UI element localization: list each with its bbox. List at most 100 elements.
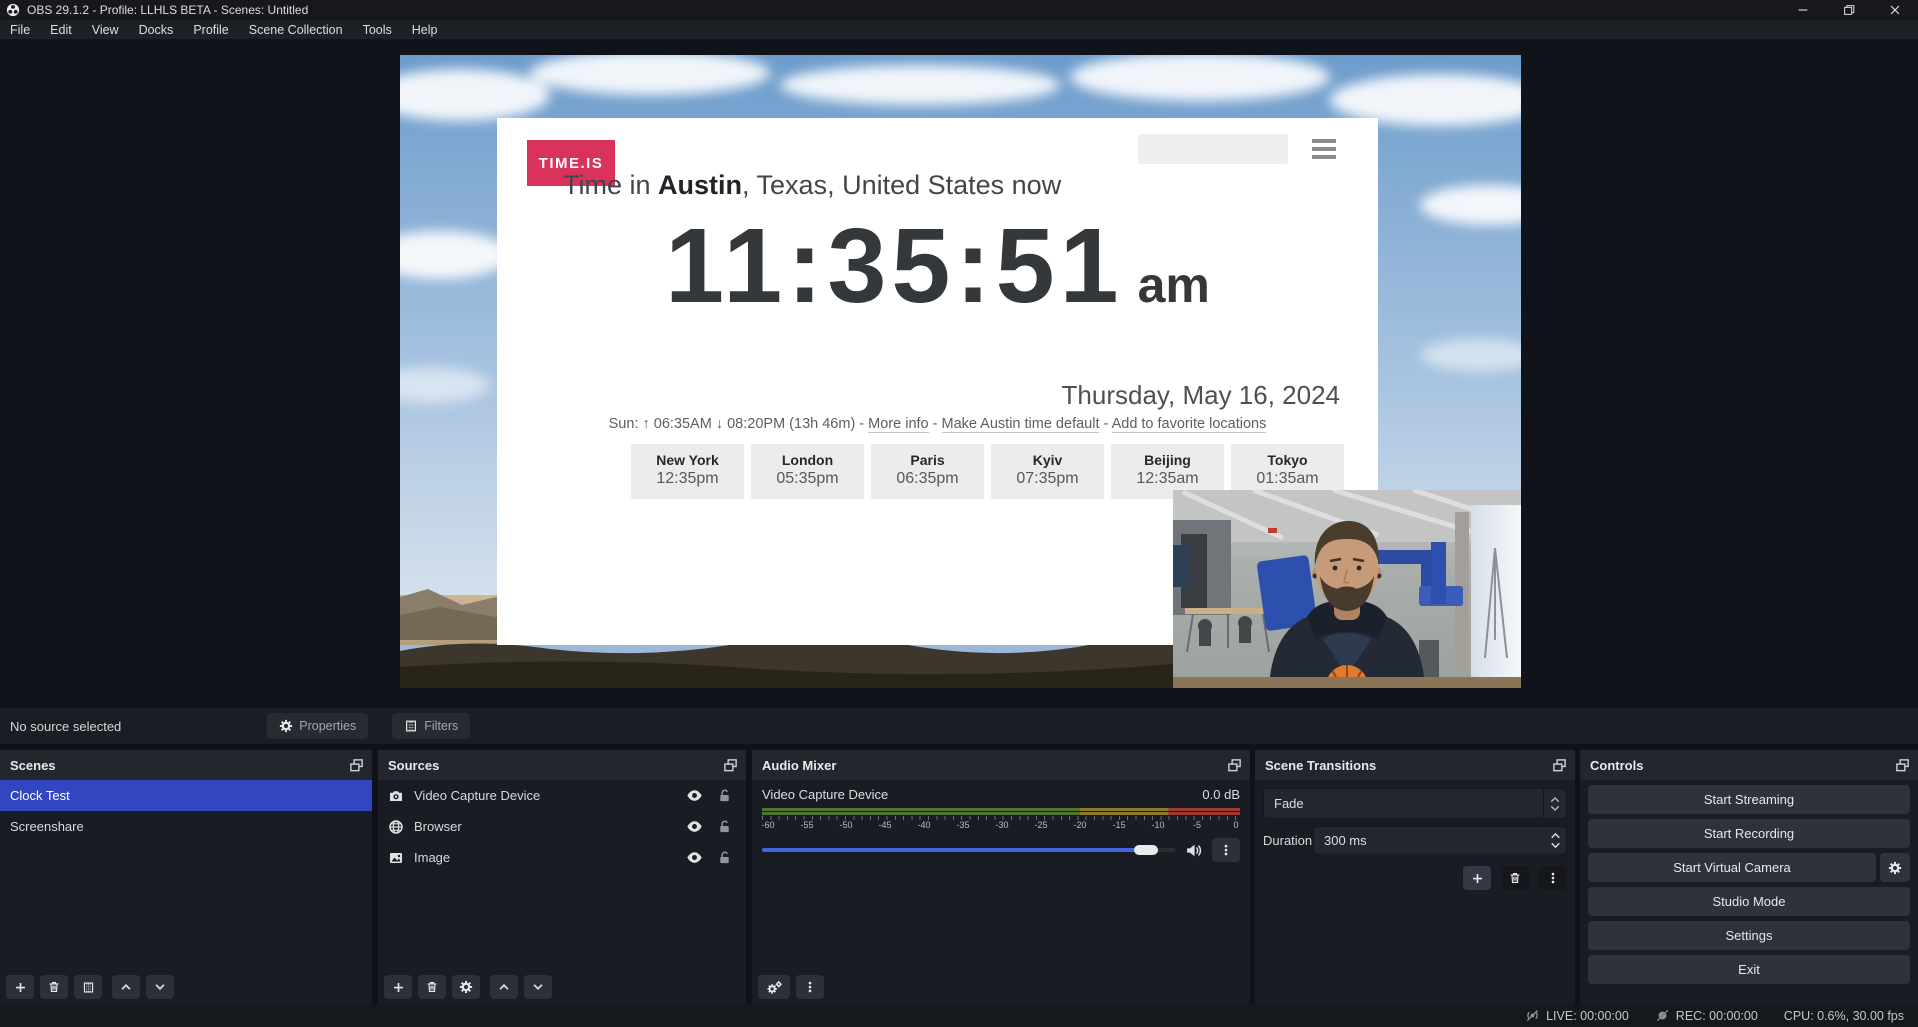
source-row-browser[interactable]: Browser <box>378 811 746 842</box>
popout-icon[interactable] <box>349 758 364 773</box>
menu-tools[interactable]: Tools <box>353 20 402 39</box>
restore-icon <box>1842 3 1856 17</box>
scene-filters-button[interactable] <box>74 975 102 999</box>
advanced-audio-button[interactable] <box>758 975 790 999</box>
mixer-options-button[interactable] <box>1212 838 1240 862</box>
spinner-arrows[interactable] <box>1544 832 1566 849</box>
chevron-up-icon <box>1550 796 1560 803</box>
restore-button[interactable] <box>1826 0 1872 20</box>
close-button[interactable] <box>1872 0 1918 20</box>
menu-file[interactable]: File <box>0 20 40 39</box>
studio-mode-button[interactable]: Studio Mode <box>1588 887 1910 916</box>
menu-help[interactable]: Help <box>402 20 448 39</box>
city-tile[interactable]: Paris06:35pm <box>871 444 984 499</box>
rec-status: REC: 00:00:00 <box>1655 1008 1758 1023</box>
more-info-link[interactable]: More info <box>868 416 928 433</box>
menu-docks[interactable]: Docks <box>129 20 184 39</box>
clock-display: 11:35:51am <box>497 206 1378 327</box>
city-tile[interactable]: New York12:35pm <box>631 444 744 499</box>
cpu-fps-status: CPU: 0.6%, 30.00 fps <box>1784 1009 1904 1023</box>
rec-dot-icon <box>1655 1008 1670 1023</box>
popout-icon[interactable] <box>723 758 738 773</box>
source-down-button[interactable] <box>524 975 552 999</box>
exit-button[interactable]: Exit <box>1588 955 1910 984</box>
program-canvas[interactable]: TIME.IS Time in Austin, Texas, United St… <box>400 55 1521 688</box>
speaker-icon[interactable] <box>1185 842 1202 859</box>
settings-button[interactable]: Settings <box>1588 921 1910 950</box>
popout-icon[interactable] <box>1552 758 1567 773</box>
close-icon <box>1888 3 1902 17</box>
select-chevrons[interactable] <box>1543 789 1566 818</box>
start-recording-button[interactable]: Start Recording <box>1588 819 1910 848</box>
properties-button[interactable]: Properties <box>267 713 368 739</box>
lock-icon[interactable] <box>717 850 732 865</box>
make-default-link[interactable]: Make Austin time default <box>942 416 1100 433</box>
visibility-eye-icon[interactable] <box>686 787 703 804</box>
chevron-down-icon <box>531 980 545 994</box>
scene-item-clock-test[interactable]: Clock Test <box>0 780 372 811</box>
duration-spinbox[interactable]: 300 ms <box>1313 826 1567 855</box>
transition-select[interactable]: Fade <box>1263 788 1567 819</box>
live-signal-icon <box>1525 1008 1540 1023</box>
add-transition-button[interactable] <box>1463 866 1491 890</box>
city-tile[interactable]: London05:35pm <box>751 444 864 499</box>
live-status: LIVE: 00:00:00 <box>1525 1008 1629 1023</box>
visibility-eye-icon[interactable] <box>686 849 703 866</box>
chevron-up-icon <box>1550 832 1561 839</box>
menu-profile[interactable]: Profile <box>183 20 238 39</box>
scene-transitions-title: Scene Transitions <box>1265 758 1376 773</box>
titlebar: OBS 29.1.2 - Profile: LLHLS BETA - Scene… <box>0 0 1918 20</box>
popout-icon[interactable] <box>1895 758 1910 773</box>
virtual-camera-config-button[interactable] <box>1880 853 1910 882</box>
source-toolbar: No source selected Properties Filters <box>0 708 1918 744</box>
lock-icon[interactable] <box>717 788 732 803</box>
remove-source-button[interactable] <box>418 975 446 999</box>
sun-times: Sun: ↑ 06:35AM ↓ 08:20PM (13h 46m) - <box>609 416 869 432</box>
mixer-level-db: 0.0 dB <box>1202 787 1240 802</box>
popout-icon[interactable] <box>1227 758 1242 773</box>
minimize-button[interactable] <box>1780 0 1826 20</box>
add-scene-button[interactable] <box>6 975 34 999</box>
start-streaming-button[interactable]: Start Streaming <box>1588 785 1910 814</box>
scenes-panel: Scenes Clock Test Screenshare <box>0 750 372 1004</box>
remove-transition-button[interactable] <box>1501 866 1529 890</box>
add-source-button[interactable] <box>384 975 412 999</box>
meter-scale: -60-55-50-45-40-35-30-25-20-15-10-50 <box>758 820 1246 830</box>
scene-up-button[interactable] <box>112 975 140 999</box>
source-row-image[interactable]: Image <box>378 842 746 873</box>
image-icon <box>388 850 404 866</box>
filters-button[interactable]: Filters <box>392 713 470 739</box>
mixer-device-name: Video Capture Device <box>762 787 888 802</box>
source-properties-button[interactable] <box>452 975 480 999</box>
search-input[interactable] <box>1138 134 1288 164</box>
webcam-video <box>1173 490 1521 688</box>
menu-view[interactable]: View <box>82 20 129 39</box>
menu-scene-collection[interactable]: Scene Collection <box>239 20 353 39</box>
remove-scene-button[interactable] <box>40 975 68 999</box>
start-virtual-camera-button[interactable]: Start Virtual Camera <box>1588 853 1876 882</box>
menu-edit[interactable]: Edit <box>40 20 82 39</box>
volume-slider[interactable] <box>762 848 1175 852</box>
trash-icon <box>1508 871 1522 885</box>
date-display: Thursday, May 16, 2024 <box>1062 380 1340 411</box>
camera-icon <box>388 788 404 804</box>
scene-down-button[interactable] <box>146 975 174 999</box>
volume-slider-handle[interactable] <box>1134 845 1158 855</box>
scene-item-screenshare[interactable]: Screenshare <box>0 811 372 842</box>
add-favorite-link[interactable]: Add to favorite locations <box>1112 416 1267 433</box>
chevron-down-icon <box>153 980 167 994</box>
scene-transitions-panel: Scene Transitions Fade Duration 300 ms <box>1255 750 1575 1004</box>
plus-icon <box>14 981 27 994</box>
window-title: OBS 29.1.2 - Profile: LLHLS BETA - Scene… <box>27 3 308 17</box>
source-row-video-capture[interactable]: Video Capture Device <box>378 780 746 811</box>
visibility-eye-icon[interactable] <box>686 818 703 835</box>
clock-ampm: am <box>1138 257 1210 313</box>
mixer-menu-button[interactable] <box>796 975 824 999</box>
lock-icon[interactable] <box>717 819 732 834</box>
plus-icon <box>392 981 405 994</box>
source-up-button[interactable] <box>490 975 518 999</box>
hamburger-menu-icon[interactable] <box>1312 139 1336 163</box>
transition-properties-button[interactable] <box>1539 866 1567 890</box>
city-tile[interactable]: Kyiv07:35pm <box>991 444 1104 499</box>
globe-icon <box>388 819 404 835</box>
